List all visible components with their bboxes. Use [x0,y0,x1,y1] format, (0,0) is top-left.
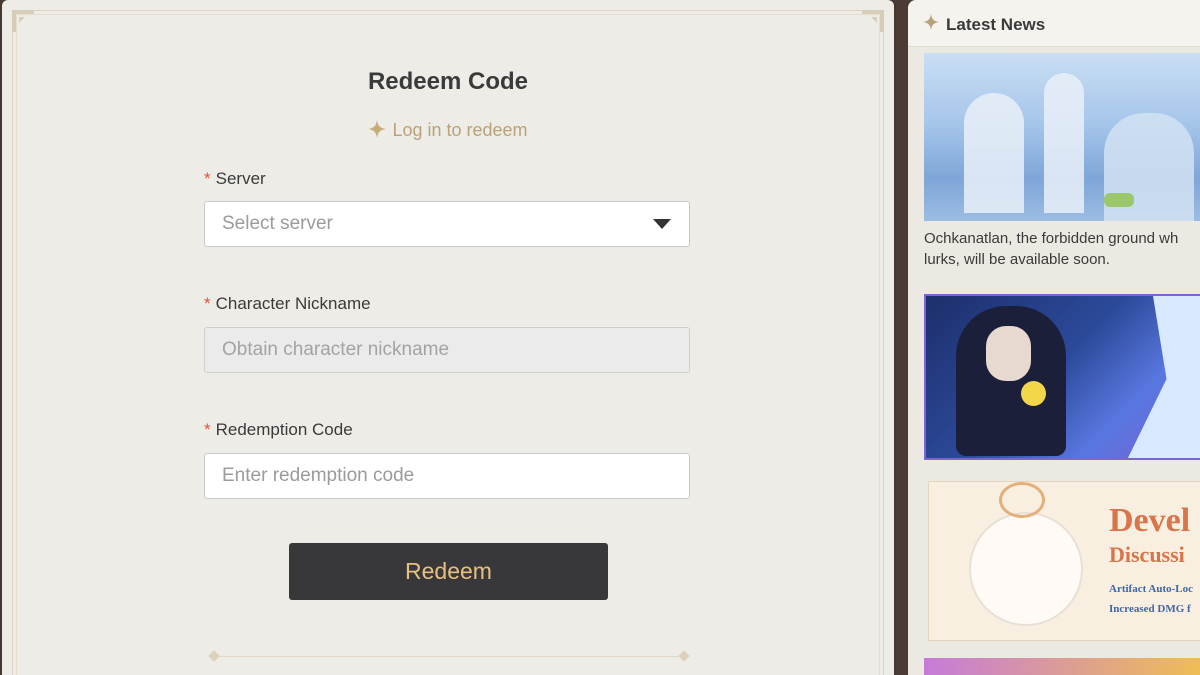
news-caption[interactable]: Ochkanatlan, the forbidden ground wh lur… [924,228,1200,270]
server-label: * Server [204,169,266,189]
page-title: Redeem Code [367,68,529,95]
server-select[interactable]: Select server [204,201,690,247]
news-title: Latest News [946,15,1046,34]
character-gem [1021,381,1046,406]
cliff-shape [964,93,1024,213]
halo-shape [999,482,1045,518]
news-header: Latest News [908,0,1200,47]
redemption-code-input[interactable]: Enter redemption code [204,453,690,499]
server-label-text: Server [215,169,266,188]
news-panel: Latest News Ochkanatlan, the forbidden g… [908,0,1200,675]
news-caption-line: Ochkanatlan, the forbidden ground wh [924,230,1179,247]
nickname-label: * Character Nickname [204,294,371,314]
lightning-shape [1126,296,1200,458]
character-face [986,326,1031,381]
redemption-code-placeholder: Enter redemption code [222,465,415,486]
caret-down-icon [653,219,671,229]
divider [210,656,688,659]
chibi-character [969,512,1083,626]
banner-text: Increased DMG f [1109,603,1191,615]
nickname-label-text: Character Nickname [215,294,371,313]
corner-ornament-icon [12,10,34,32]
news-caption-line: lurks, will be available soon. [924,251,1110,268]
required-marker: * [204,169,211,188]
server-select-placeholder: Select server [222,213,333,234]
required-marker: * [204,420,211,439]
news-image-character[interactable] [924,294,1200,460]
required-marker: * [204,294,211,313]
banner-title: Devel [1109,502,1191,539]
news-banner-developer[interactable]: Devel Discussi Artifact Auto-Loc Increas… [928,481,1200,641]
nickname-field: Obtain character nickname [204,327,690,373]
banner-text: Artifact Auto-Loc [1109,583,1194,595]
login-link[interactable]: Log in to redeem [2,120,894,141]
code-label: * Redemption Code [204,420,353,440]
login-link-label: Log in to redeem [392,120,528,140]
island-shape [1104,193,1134,207]
sparkle-icon [923,14,939,30]
banner-subtitle: Discussi [1109,542,1185,567]
sparkle-icon [368,120,387,138]
corner-ornament-icon [862,10,884,32]
news-image-partial[interactable] [924,658,1200,675]
news-image-landscape[interactable] [924,53,1200,221]
redeem-button[interactable]: Redeem [289,543,608,600]
cliff-shape [1044,73,1084,213]
nickname-field-placeholder: Obtain character nickname [222,339,450,360]
code-label-text: Redemption Code [215,420,353,439]
